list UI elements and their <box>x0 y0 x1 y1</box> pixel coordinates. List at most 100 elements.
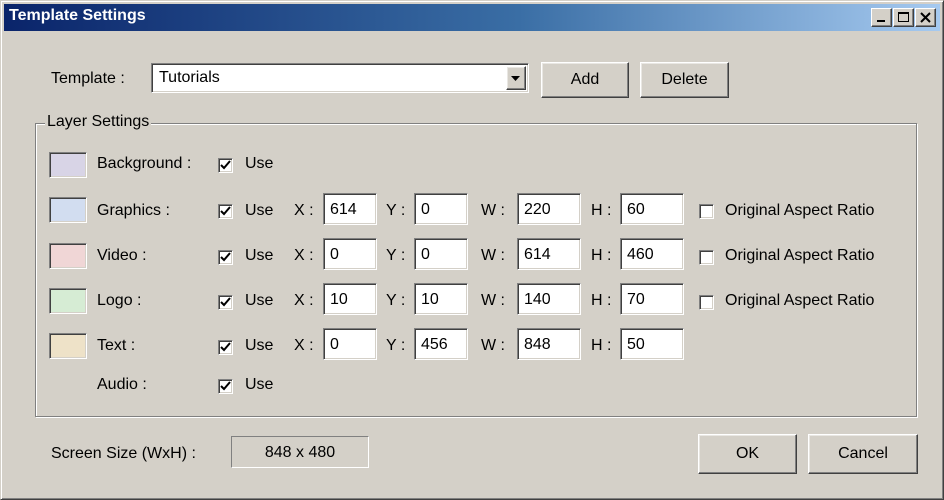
video-y-label: Y : <box>386 247 406 264</box>
graphics-x-value: 614 <box>330 201 357 218</box>
video-label: Video : <box>97 247 147 264</box>
add-button-label: Add <box>570 71 600 88</box>
text-use-checkbox[interactable] <box>218 340 233 355</box>
text-label: Text : <box>97 337 136 354</box>
minimize-button[interactable] <box>871 8 892 27</box>
text-y-value: 456 <box>421 336 448 353</box>
graphics-y-label: Y : <box>386 202 406 219</box>
text-w-input[interactable]: 848 <box>517 328 581 360</box>
graphics-label: Graphics : <box>97 202 170 219</box>
graphics-y-value: 0 <box>421 201 430 218</box>
template-label: Template : <box>51 70 125 87</box>
graphics-aspect-checkbox[interactable] <box>699 204 714 219</box>
background-label: Background : <box>97 155 192 172</box>
graphics-x-label: X : <box>294 202 314 219</box>
checkmark-icon <box>220 252 231 262</box>
video-w-input[interactable]: 614 <box>517 238 581 270</box>
ok-button[interactable]: OK <box>698 434 797 474</box>
video-h-label: H : <box>591 247 612 264</box>
logo-aspect-checkbox[interactable] <box>699 295 714 310</box>
logo-use-label: Use <box>245 292 274 309</box>
graphics-w-input[interactable]: 220 <box>517 193 581 225</box>
text-w-value: 848 <box>524 336 551 353</box>
video-h-value: 460 <box>627 246 654 263</box>
logo-aspect-label: Original Aspect Ratio <box>725 292 875 309</box>
graphics-use-checkbox[interactable] <box>218 204 233 219</box>
audio-label: Audio : <box>97 376 147 393</box>
template-settings-window: Template Settings Template : Tutorials A… <box>0 0 944 500</box>
screen-size-value: 848 x 480 <box>264 444 336 461</box>
checkmark-icon <box>220 297 231 307</box>
template-dropdown-button[interactable] <box>506 66 526 90</box>
checkmark-icon <box>220 206 231 216</box>
graphics-h-input[interactable]: 60 <box>620 193 684 225</box>
logo-x-label: X : <box>294 292 314 309</box>
maximize-button[interactable] <box>893 8 914 27</box>
text-y-input[interactable]: 456 <box>414 328 468 360</box>
text-x-label: X : <box>294 337 314 354</box>
text-color-swatch[interactable] <box>49 333 87 359</box>
screen-size-label: Screen Size (WxH) : <box>51 445 196 462</box>
cancel-button[interactable]: Cancel <box>808 434 918 474</box>
checkmark-icon <box>220 160 231 170</box>
video-use-checkbox[interactable] <box>218 250 233 265</box>
text-h-input[interactable]: 50 <box>620 328 684 360</box>
graphics-h-label: H : <box>591 202 612 219</box>
checkmark-icon <box>220 342 231 352</box>
window-title: Template Settings <box>9 7 146 24</box>
maximize-icon <box>898 12 909 22</box>
graphics-h-value: 60 <box>627 201 645 218</box>
text-h-value: 50 <box>627 336 645 353</box>
video-h-input[interactable]: 460 <box>620 238 684 270</box>
text-use-label: Use <box>245 337 274 354</box>
graphics-color-swatch[interactable] <box>49 197 87 223</box>
delete-button-label: Delete <box>661 71 708 88</box>
logo-color-swatch[interactable] <box>49 288 87 314</box>
video-x-value: 0 <box>330 246 339 263</box>
text-x-value: 0 <box>330 336 339 353</box>
logo-w-input[interactable]: 140 <box>517 283 581 315</box>
graphics-x-input[interactable]: 614 <box>323 193 377 225</box>
text-x-input[interactable]: 0 <box>323 328 377 360</box>
background-color-swatch[interactable] <box>49 152 87 178</box>
logo-h-input[interactable]: 70 <box>620 283 684 315</box>
ok-button-label: OK <box>735 445 760 462</box>
video-aspect-checkbox[interactable] <box>699 250 714 265</box>
add-button[interactable]: Add <box>541 62 629 98</box>
video-x-label: X : <box>294 247 314 264</box>
video-y-input[interactable]: 0 <box>414 238 468 270</box>
logo-label: Logo : <box>97 292 142 309</box>
text-h-label: H : <box>591 337 612 354</box>
title-bar[interactable]: Template Settings <box>4 4 940 31</box>
video-y-value: 0 <box>421 246 430 263</box>
logo-y-value: 10 <box>421 291 439 308</box>
template-select[interactable]: Tutorials <box>151 63 529 93</box>
text-w-label: W : <box>481 337 505 354</box>
template-selected-value: Tutorials <box>159 69 220 86</box>
chevron-down-icon <box>511 76 520 81</box>
background-use-label: Use <box>245 155 274 172</box>
close-icon <box>920 12 931 23</box>
video-w-label: W : <box>481 247 505 264</box>
video-aspect-label: Original Aspect Ratio <box>725 247 875 264</box>
logo-use-checkbox[interactable] <box>218 295 233 310</box>
cancel-button-label: Cancel <box>838 445 888 462</box>
video-color-swatch[interactable] <box>49 243 87 269</box>
graphics-use-label: Use <box>245 202 274 219</box>
delete-button[interactable]: Delete <box>640 62 729 98</box>
video-use-label: Use <box>245 247 274 264</box>
graphics-aspect-label: Original Aspect Ratio <box>725 202 875 219</box>
screen-size-value-box: 848 x 480 <box>231 436 369 468</box>
logo-y-input[interactable]: 10 <box>414 283 468 315</box>
audio-use-checkbox[interactable] <box>218 379 233 394</box>
logo-x-value: 10 <box>330 291 348 308</box>
minimize-icon <box>877 20 885 22</box>
logo-h-label: H : <box>591 292 612 309</box>
logo-w-label: W : <box>481 292 505 309</box>
close-button[interactable] <box>915 8 936 27</box>
background-use-checkbox[interactable] <box>218 158 233 173</box>
graphics-w-value: 220 <box>524 201 551 218</box>
logo-x-input[interactable]: 10 <box>323 283 377 315</box>
graphics-y-input[interactable]: 0 <box>414 193 468 225</box>
video-x-input[interactable]: 0 <box>323 238 377 270</box>
